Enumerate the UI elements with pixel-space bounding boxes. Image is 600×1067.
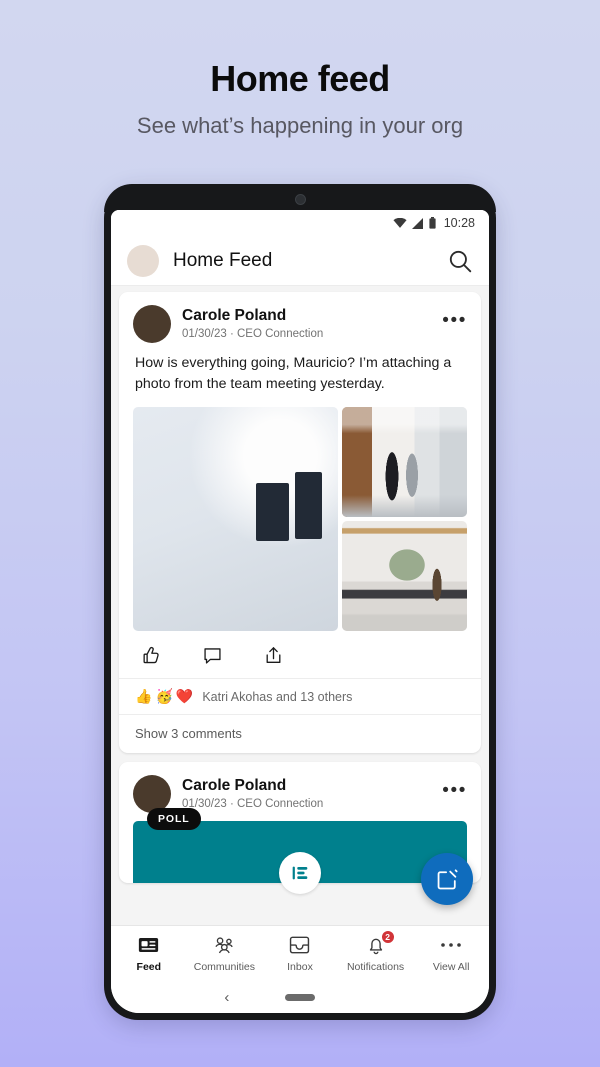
post-body-text: How is everything going, Mauricio? I’m a…: [135, 355, 452, 393]
nav-item-notifications[interactable]: 2 Notifications: [338, 929, 414, 973]
show-comments-link[interactable]: Show 3 comments: [119, 715, 481, 753]
post-reactions[interactable]: 👍 🥳 ❤️ Katri Akohas and 13 others: [119, 679, 481, 716]
status-bar: 10:28: [111, 210, 489, 236]
compose-icon: [437, 868, 458, 889]
comment-icon[interactable]: [202, 645, 223, 666]
reaction-celebrate-icon: 🥳: [155, 688, 173, 705]
compose-post-fab[interactable]: [421, 853, 473, 905]
bell-icon: 2: [366, 929, 395, 956]
front-camera-icon: [294, 193, 306, 205]
wifi-icon: [393, 218, 407, 228]
page-subtitle: See what’s happening in your org: [136, 113, 464, 139]
office-lounge-photo: [342, 521, 467, 632]
feed-scroll-area[interactable]: Carole Poland 01/30/23 · CEO Connection …: [111, 286, 489, 925]
avatar-image: [127, 245, 159, 277]
like-icon[interactable]: [141, 645, 162, 666]
app-title: Home Feed: [173, 249, 273, 271]
people-icon: [213, 935, 236, 956]
nav-item-feed[interactable]: Feed: [111, 935, 187, 973]
nav-label: Feed: [136, 960, 162, 973]
promo-header: Home feed See what’s happening in your o…: [0, 0, 600, 139]
bottom-navigation: Feed Communities Inbox 2 Notifications V…: [111, 925, 489, 981]
page-title: Home feed: [210, 58, 390, 99]
phone-mockup: 10:28 Home Feed Carole Poland 01/30/23 ·…: [104, 184, 496, 1020]
status-time: 10:28: [443, 216, 475, 230]
nav-item-view-all[interactable]: View All: [413, 935, 489, 973]
post-more-options-button[interactable]: •••: [442, 305, 467, 330]
avatar[interactable]: [127, 244, 159, 277]
nav-label: Communities: [193, 960, 256, 973]
cellular-signal-icon: [411, 217, 423, 229]
post-author[interactable]: Carole Poland: [182, 306, 431, 325]
nav-label: Inbox: [287, 960, 313, 973]
inbox-icon: [289, 935, 310, 956]
nav-label: View All: [432, 960, 470, 973]
battery-icon: [429, 217, 436, 229]
reaction-heart-icon: ❤️: [175, 688, 194, 705]
nav-item-communities[interactable]: Communities: [187, 935, 263, 973]
avatar[interactable]: [133, 305, 171, 343]
post-author[interactable]: Carole Poland: [182, 776, 431, 795]
poll-badge-label: POLL: [147, 808, 201, 831]
post-header: Carole Poland 01/30/23 · CEO Connection …: [119, 292, 481, 351]
post-meta: 01/30/23 · CEO Connection: [182, 328, 324, 341]
team-at-computers-photo: [133, 407, 338, 632]
app-header: Home Feed: [111, 236, 489, 286]
post-image-collage[interactable]: [119, 407, 481, 632]
nav-item-inbox[interactable]: Inbox: [262, 935, 338, 973]
post-meta: 01/30/23 · CEO Connection: [182, 798, 324, 811]
post-more-options-button[interactable]: •••: [442, 775, 467, 800]
post-action-bar: [119, 631, 481, 680]
home-indicator[interactable]: [285, 993, 315, 1001]
notification-badge: 2: [380, 929, 395, 944]
phone-bezel-top: [104, 184, 496, 212]
share-icon[interactable]: [263, 645, 284, 666]
feed-icon: [138, 935, 159, 956]
ellipsis-icon: [440, 935, 462, 956]
phone-screen: 10:28 Home Feed Carole Poland 01/30/23 ·…: [111, 210, 489, 1013]
collage-image-bottom-right[interactable]: [342, 521, 467, 632]
nav-label: Notifications: [346, 960, 405, 973]
poll-bars-icon: [279, 852, 321, 895]
collage-image-top-right[interactable]: [342, 407, 467, 518]
system-navigation-bar: ‹: [111, 981, 489, 1013]
reaction-thumbsup-icon: 👍: [135, 688, 153, 705]
poll-banner: POLL: [133, 808, 467, 895]
search-icon[interactable]: [447, 248, 473, 274]
system-back-button[interactable]: ‹: [224, 990, 229, 1005]
office-corridor-photo: [342, 407, 467, 518]
post-card[interactable]: Carole Poland 01/30/23 · CEO Connection …: [119, 292, 481, 754]
collage-image-main[interactable]: [133, 407, 338, 632]
avatar-image: [133, 305, 171, 343]
reaction-summary-text[interactable]: Katri Akohas and 13 others: [202, 690, 352, 704]
